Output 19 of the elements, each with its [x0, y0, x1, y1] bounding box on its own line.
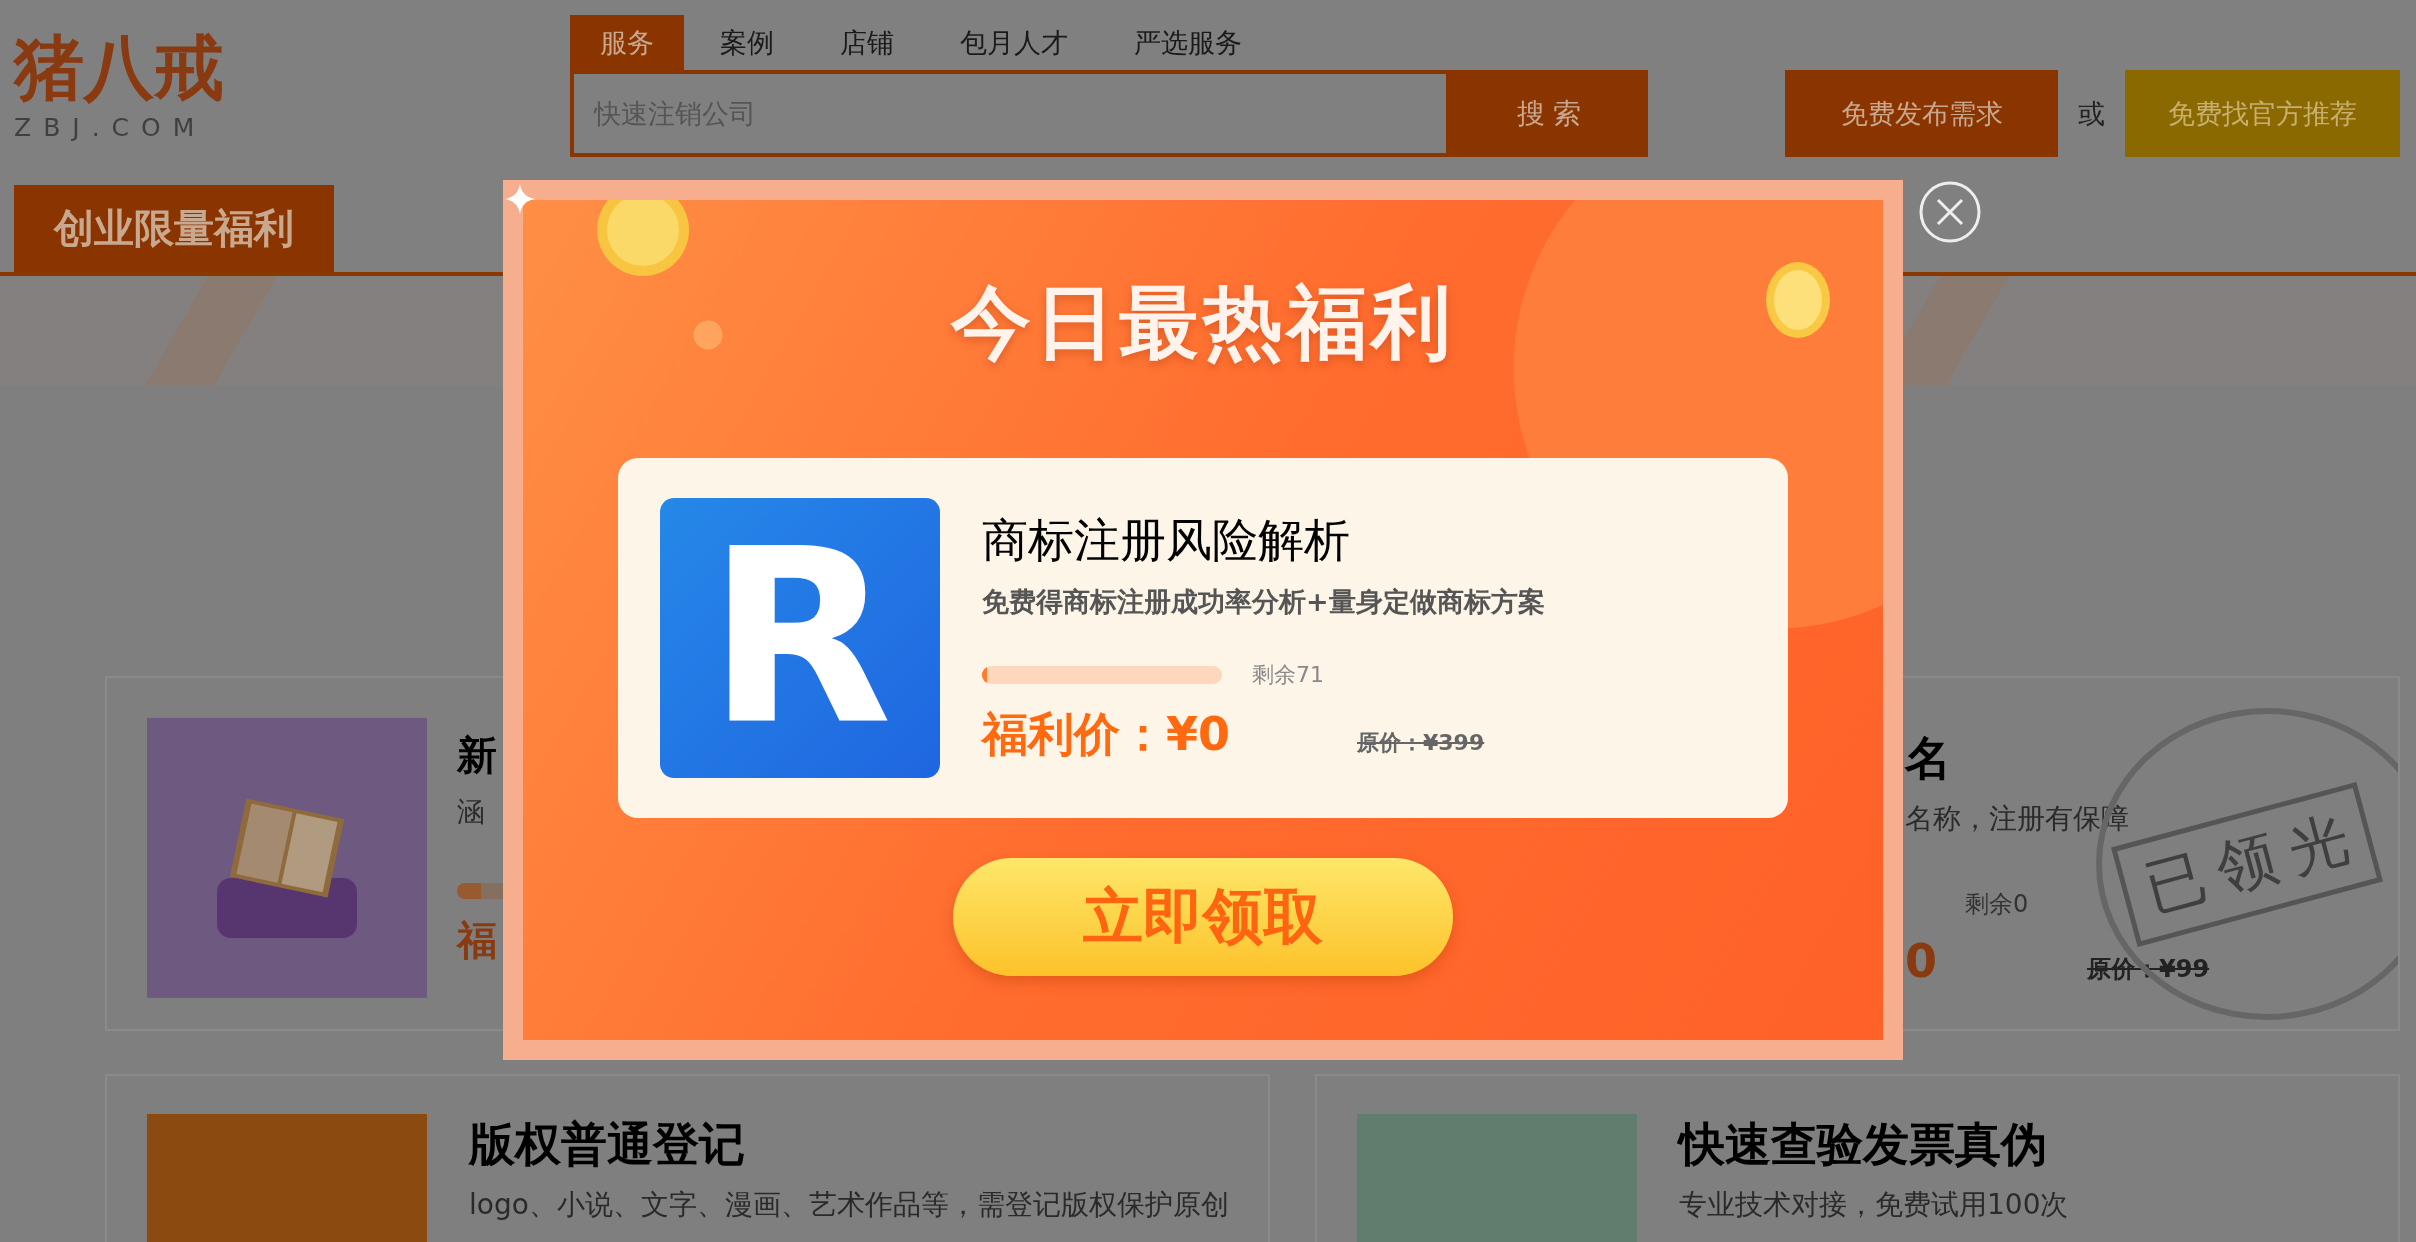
card-subtitle: logo、小说、文字、漫画、艺术作品等，需登记版权保护原创 — [469, 1187, 1228, 1223]
offer-subtitle: 免费得商标注册成功率分析+量身定做商标方案 — [982, 585, 1545, 619]
remaining-count: 剩余0 — [1965, 889, 2030, 920]
offer-price: 福利价：¥0 — [982, 706, 1231, 763]
card-subtitle: 涵 — [457, 794, 486, 830]
card-title: 名 — [1905, 730, 1952, 787]
card-title: 新 — [457, 731, 498, 780]
price-text: 福 — [457, 916, 497, 965]
or-text: 或 — [2078, 96, 2105, 131]
popup-title: 今日最热福利 — [951, 275, 1455, 371]
remaining-count: 剩余71 — [1252, 661, 1324, 689]
card-title: 快速查验发票真伪 — [1679, 1116, 2048, 1173]
offer-title: 商标注册风险解析 — [982, 512, 1351, 569]
price-text: 0 — [1905, 934, 1937, 988]
card-title: 版权普通登记 — [469, 1116, 746, 1173]
original-price: 原价：¥399 — [1357, 729, 1485, 757]
logo-domain: ZBJ.COM — [14, 113, 208, 142]
card-subtitle: 专业技术对接，免费试用100次 — [1679, 1187, 2069, 1223]
trademark-logo: R — [660, 498, 940, 778]
